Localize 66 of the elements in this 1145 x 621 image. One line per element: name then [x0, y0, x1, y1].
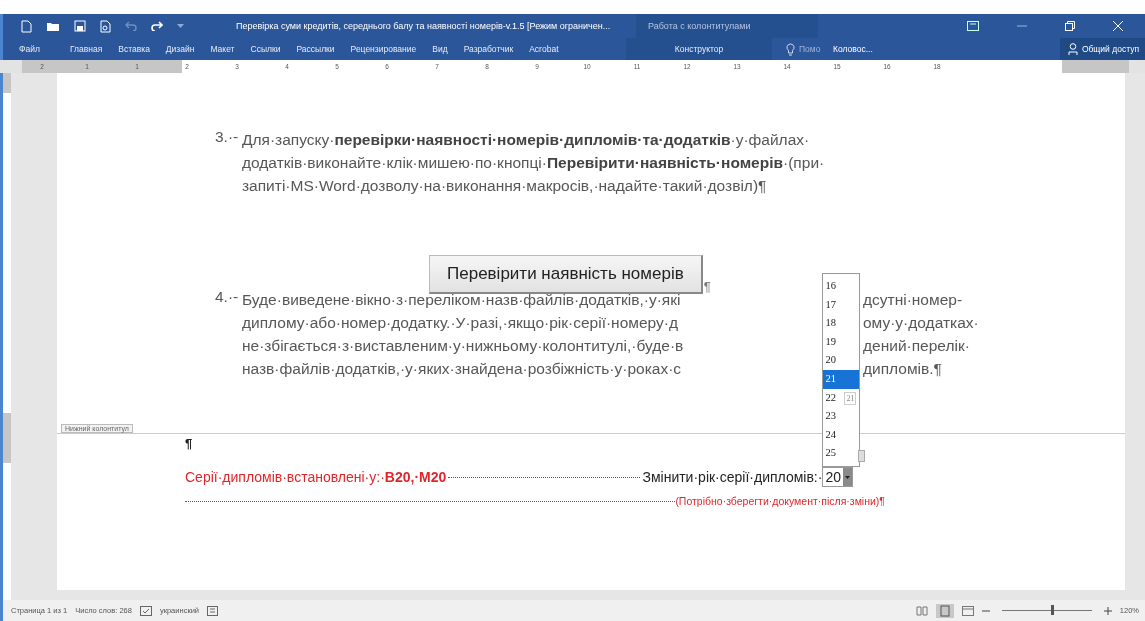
check-numbers-button[interactable]: Перевірити наявність номерів: [429, 255, 703, 294]
proofing-icon[interactable]: [139, 605, 152, 616]
save-note: (Потрібно·зберегти·документ·після·зміни)¶: [675, 495, 885, 507]
change-year-label: Змінити·рік·серії·дипломів:·: [642, 469, 823, 485]
user-name[interactable]: Коловос...: [833, 44, 903, 54]
tooltip: 21: [844, 392, 857, 406]
ribbon-tab[interactable]: Рецензирование: [342, 38, 425, 60]
redo-icon[interactable]: [151, 21, 163, 31]
lightbulb-icon: [786, 42, 795, 56]
window-title: Перевірка суми кредитів, середнього балу та наявності номерів-v.1.5 [Режим ограничен...: [236, 21, 612, 31]
paragraph-line: додатків·виконайте·клік·мишею·по·кнопці·Перевірити·наявність·номерів·(при·: [242, 153, 825, 173]
paragraph-line: диплому·або·номер·додатку.·У·разі,·якщо·рік·серії·номеру·д: [242, 314, 678, 331]
print-layout-icon[interactable]: [935, 603, 954, 618]
dropdown-option[interactable]: 25: [823, 444, 841, 463]
list-number: 4.·-: [215, 288, 240, 307]
dropdown-option[interactable]: 17: [823, 295, 841, 315]
paragraph-line: дипломів.¶: [863, 359, 942, 379]
dropdown-option[interactable]: 20: [823, 351, 841, 371]
dropdown-option[interactable]: 21: [823, 370, 860, 389]
ribbon-tab[interactable]: Главная: [61, 38, 111, 60]
scrollbar-thumb[interactable]: [858, 450, 866, 462]
dropdown-option[interactable]: 18: [823, 314, 841, 333]
read-mode-icon[interactable]: [915, 605, 928, 616]
new-document-icon[interactable]: [21, 19, 32, 33]
ribbon-tab[interactable]: Рассылки: [288, 38, 343, 60]
close-icon[interactable]: [1113, 21, 1123, 31]
dropdown-option[interactable]: 24: [823, 425, 841, 445]
vertical-ruler[interactable]: [0, 73, 11, 600]
ribbon-tab[interactable]: Ссылки: [242, 38, 289, 60]
paragraph-mark: ¶: [703, 279, 711, 294]
ribbon-tab[interactable]: Вид: [424, 38, 456, 60]
dropdown-option[interactable]: 23: [823, 407, 841, 426]
ribbon-tab[interactable]: Вставка: [110, 38, 158, 60]
ribbon-tab[interactable]: Макет: [202, 38, 243, 60]
paragraph-line: Буде·виведене·вікно·з·переліком·назв·файлів·додатків,·у·які: [242, 291, 681, 308]
dropdown-option[interactable]: 22: [823, 388, 841, 408]
paragraph-line: запиті·MS·Word·дозволу·на·виконання·макросів,·надайте·такий·дозвіл)¶: [242, 176, 768, 196]
ribbon-tab[interactable]: Файл: [3, 38, 62, 60]
ribbon-display-icon[interactable]: [967, 21, 979, 31]
dropdown-option[interactable]: 16: [823, 277, 841, 296]
list-number: 3.·-: [215, 128, 240, 147]
zoom-slider-thumb[interactable]: [1051, 605, 1055, 615]
save-icon[interactable]: [74, 20, 86, 32]
macro-icon[interactable]: [207, 605, 219, 616]
ribbon-tab[interactable]: Acrobat: [521, 38, 567, 60]
share-button[interactable]: Общий доступ: [1059, 38, 1145, 60]
ribbon-tab[interactable]: Дизайн: [157, 38, 203, 60]
caret-icon[interactable]: [177, 23, 184, 29]
paragraph-line: назв·файлів·додатків,·у·яких·знайдена·розбіжність·у·роках·с: [242, 360, 682, 377]
context-title: Работа с колонтитулами: [636, 14, 818, 38]
tell-me-field[interactable]: Помо: [799, 44, 829, 54]
web-layout-icon[interactable]: [961, 605, 974, 616]
folder-icon[interactable]: [46, 20, 60, 32]
zoom-in-icon[interactable]: [1103, 606, 1112, 615]
dropdown-option[interactable]: 19: [823, 332, 841, 352]
paragraph-mark: ¶: [185, 436, 193, 451]
person-icon: [1067, 43, 1078, 55]
paragraph-line: дсутні·номер-: [863, 290, 963, 310]
restore-icon[interactable]: [1065, 21, 1075, 31]
ribbon-tab[interactable]: Разработчик: [455, 38, 522, 60]
paragraph-line: ому·у·додатках·: [863, 313, 979, 333]
print-preview-icon[interactable]: [100, 19, 111, 33]
paragraph-line: дений·перелік·: [863, 336, 970, 356]
paragraph-line: не·збігається·з·виставленим·у·нижньому·колонтитулі,·буде·в: [242, 337, 684, 354]
series-text: Серії·дипломів·встановлені·у:·B20,·M20: [185, 469, 447, 485]
paragraph-line: Для·запуску·перевірки·наявності·номерів·дипломів·та·додатків·у·файлах·: [242, 130, 811, 150]
